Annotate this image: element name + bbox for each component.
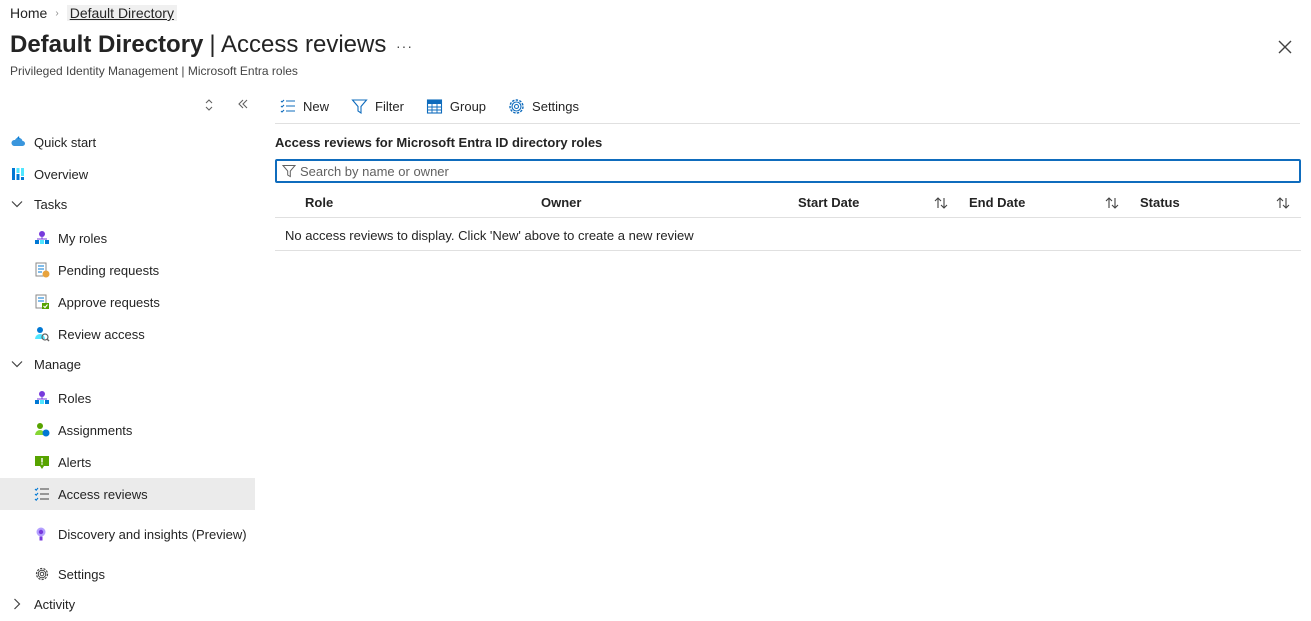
group-button[interactable]: Group: [422, 98, 490, 115]
table-header: Role Owner Start Date End Date Status: [275, 188, 1301, 218]
sidebar-item-label: Quick start: [34, 134, 97, 150]
page-title-section: | Access reviews: [209, 31, 386, 59]
sidebar-item-my-roles[interactable]: My roles: [0, 222, 255, 254]
discovery-insights-icon: [36, 527, 46, 541]
sidebar-item-label: Settings: [58, 566, 105, 582]
sidebar-item-label: Access reviews: [58, 486, 148, 502]
roles-icon: [35, 391, 49, 404]
breadcrumb-separator-icon: ›: [55, 7, 59, 19]
sidebar-item-settings[interactable]: Settings: [0, 558, 255, 590]
sidebar-item-label: Approve requests: [58, 294, 160, 310]
new-list-icon: [280, 99, 295, 113]
sidebar-item-overview[interactable]: Overview: [0, 158, 255, 190]
sidebar-group-label: Activity: [34, 596, 76, 612]
empty-state-message: No access reviews to display. Click 'New…: [285, 228, 694, 243]
filter-button-label: Filter: [375, 98, 404, 114]
page-title-page: Access reviews: [220, 31, 387, 58]
filter-button[interactable]: Filter: [347, 98, 408, 115]
column-header-end-date[interactable]: End Date: [969, 195, 1025, 210]
breadcrumb-default-directory-link[interactable]: Default Directory: [66, 5, 177, 21]
sidebar-group-tasks[interactable]: Tasks: [0, 188, 255, 220]
quick-start-cloud-icon: [11, 136, 25, 146]
sidebar-group-manage[interactable]: Manage: [0, 348, 255, 380]
search-input[interactable]: [300, 163, 1280, 179]
page-title-directory: Default Directory: [10, 31, 204, 58]
page-title: Default Directory | Access reviews: [10, 31, 386, 59]
search-box[interactable]: [275, 159, 1301, 183]
column-header-start-date[interactable]: Start Date: [798, 195, 859, 210]
sidebar-item-label: Pending requests: [58, 262, 160, 278]
alerts-icon: [35, 456, 49, 469]
sidebar-item-label: Roles: [58, 390, 92, 406]
column-header-role[interactable]: Role: [305, 195, 333, 210]
group-icon: [426, 98, 442, 114]
chevron-right-icon: [14, 598, 21, 610]
overview-grid-icon: [12, 168, 24, 180]
new-button[interactable]: New: [275, 98, 333, 115]
sidebar-item-pending-requests[interactable]: Pending requests: [0, 254, 255, 286]
sidebar-item-label: Assignments: [58, 422, 133, 438]
close-button[interactable]: [1276, 38, 1294, 56]
pending-requests-icon: [35, 262, 50, 278]
sort-start-date-icon[interactable]: [933, 195, 949, 211]
column-header-status[interactable]: Status: [1140, 195, 1180, 210]
group-button-label: Group: [449, 98, 487, 114]
command-bar: New Filter Group Settings: [275, 94, 597, 118]
gear-icon: [35, 567, 49, 581]
gear-icon: [509, 98, 524, 114]
sort-end-date-icon[interactable]: [1104, 195, 1120, 211]
filter-icon: [351, 98, 368, 114]
access-reviews-icon: [34, 487, 49, 502]
close-icon: [1278, 40, 1292, 54]
table-empty-row: No access reviews to display. Click 'New…: [275, 219, 1301, 251]
sidebar-item-quick-start[interactable]: Quick start: [0, 126, 255, 158]
column-header-owner[interactable]: Owner: [541, 195, 581, 210]
toolbar-divider: [275, 123, 1300, 124]
approve-requests-icon: [35, 294, 49, 309]
sidebar-item-approve-requests[interactable]: Approve requests: [0, 286, 255, 318]
page-title-separator: |: [209, 31, 216, 58]
section-title: Access reviews for Microsoft Entra ID di…: [275, 135, 603, 150]
chevron-down-icon: [11, 201, 23, 208]
sort-status-icon[interactable]: [1275, 195, 1291, 211]
sidebar-item-label: Overview: [34, 166, 89, 182]
sidebar-item-label: Discovery and insights (Preview): [58, 526, 247, 542]
sidebar-group-label: Tasks: [34, 196, 68, 212]
sidebar: Quick start Overview Tasks My roles Pend…: [0, 88, 255, 621]
page-subtitle: Privileged Identity Management | Microso…: [10, 64, 298, 78]
sidebar-group-activity[interactable]: Activity: [0, 588, 255, 620]
more-options-button[interactable]: ···: [396, 38, 413, 54]
assignments-icon: [35, 423, 50, 437]
breadcrumb: Home › Default Directory: [10, 4, 177, 22]
sidebar-item-discovery-insights[interactable]: Discovery and insights (Preview): [0, 512, 255, 556]
filter-icon: [282, 165, 296, 178]
sidebar-item-roles[interactable]: Roles: [0, 382, 255, 414]
sidebar-controls: [0, 94, 255, 116]
review-access-icon: [35, 327, 50, 342]
settings-button[interactable]: Settings: [504, 98, 583, 115]
sidebar-item-access-reviews[interactable]: Access reviews: [0, 478, 255, 510]
expand-collapse-all-icon[interactable]: [203, 98, 215, 112]
sidebar-item-alerts[interactable]: Alerts: [0, 446, 255, 478]
my-roles-icon: [35, 231, 49, 244]
sidebar-item-review-access[interactable]: Review access: [0, 318, 255, 350]
sidebar-item-label: Alerts: [58, 454, 92, 470]
chevron-down-icon: [11, 361, 23, 368]
sidebar-item-assignments[interactable]: Assignments: [0, 414, 255, 446]
new-button-label: New: [303, 98, 330, 114]
breadcrumb-home-link[interactable]: Home: [10, 5, 47, 21]
settings-button-label: Settings: [532, 98, 580, 114]
collapse-sidebar-icon[interactable]: [235, 96, 251, 112]
sidebar-group-label: Manage: [34, 356, 81, 372]
sidebar-item-label: Review access: [58, 326, 145, 342]
sidebar-item-label: My roles: [58, 230, 108, 246]
